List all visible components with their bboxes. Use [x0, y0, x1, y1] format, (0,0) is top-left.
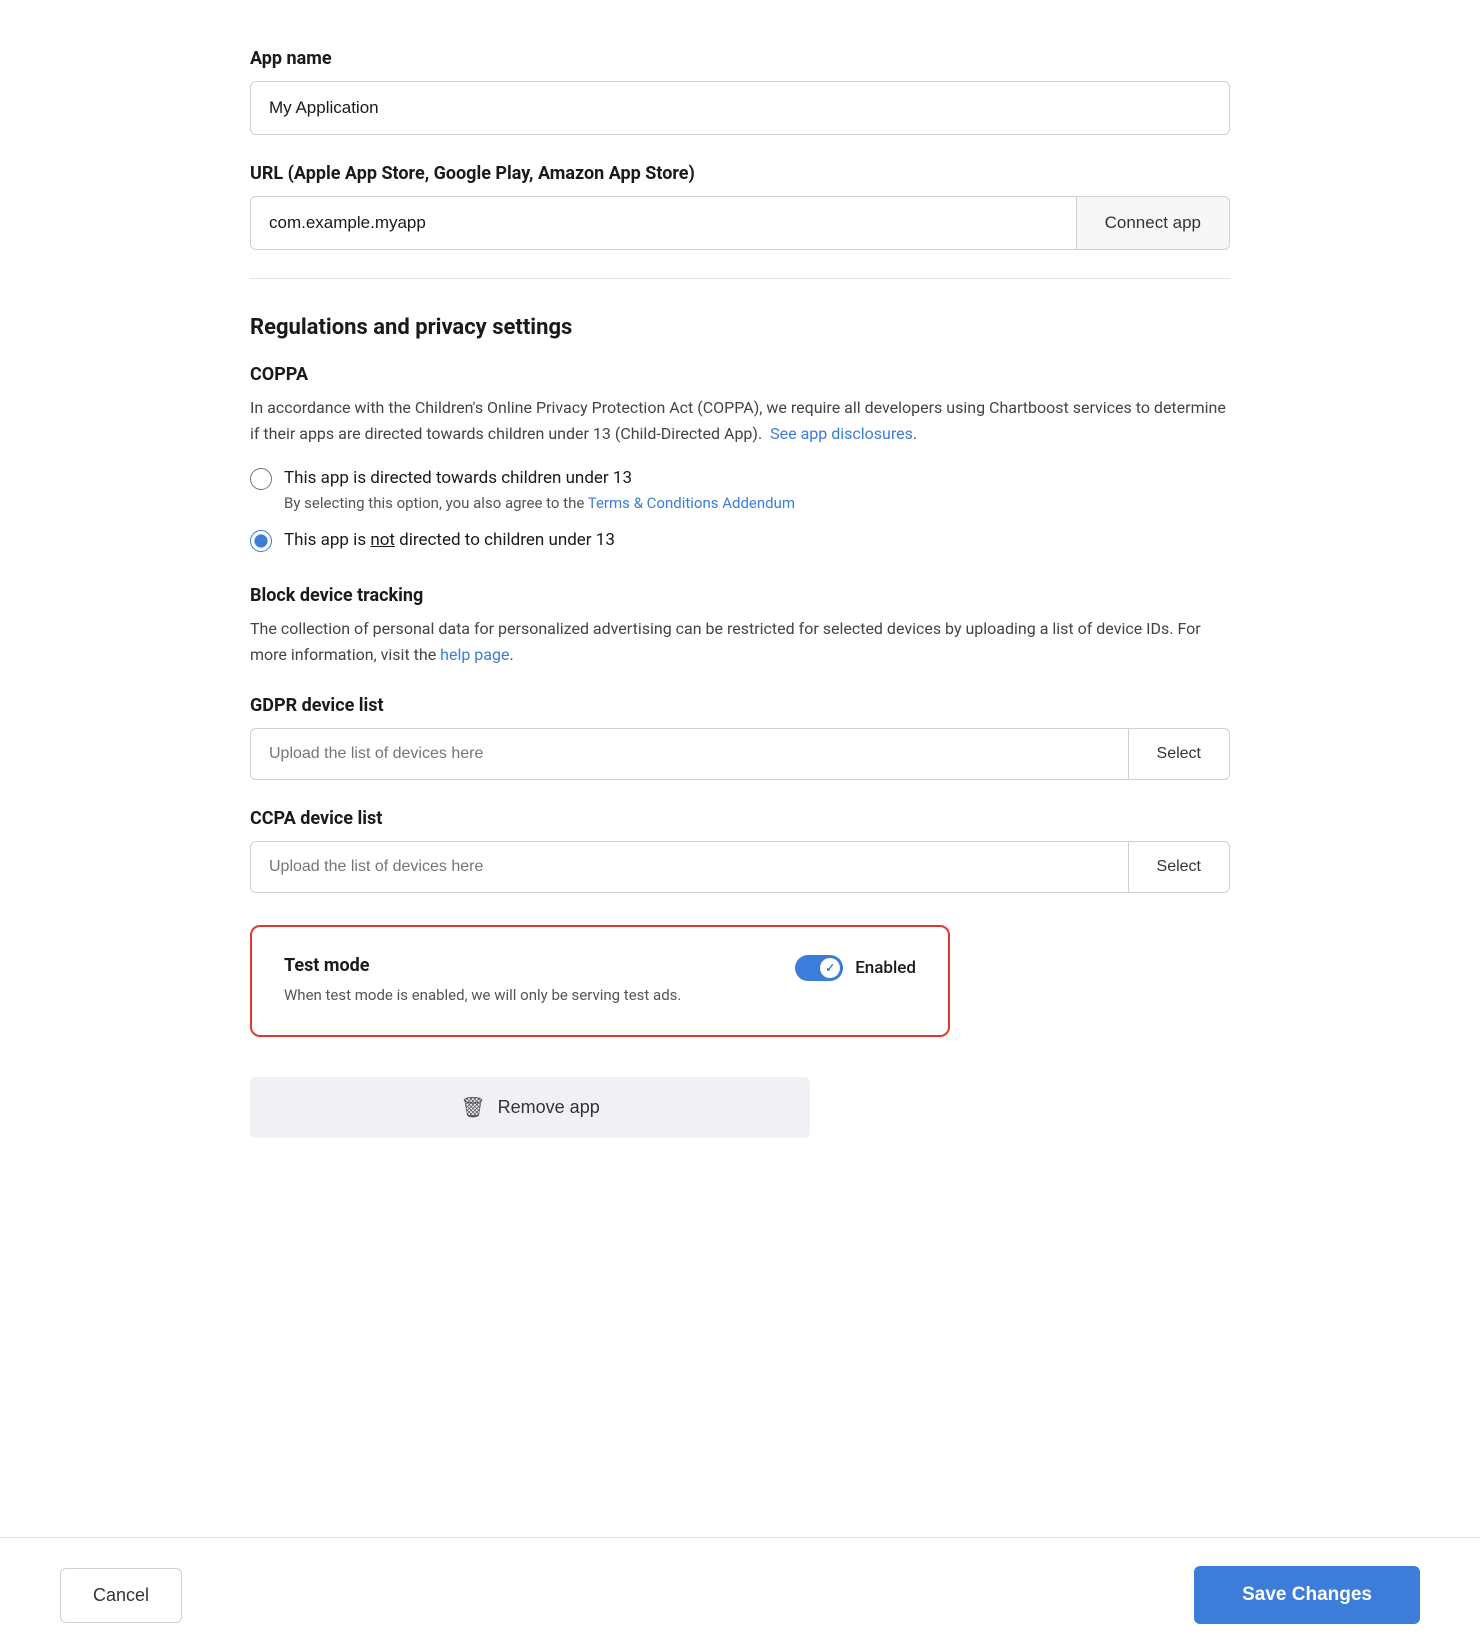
- test-mode-box: Test mode When test mode is enabled, we …: [250, 925, 950, 1037]
- gdpr-device-input[interactable]: [250, 728, 1128, 780]
- connect-app-button[interactable]: Connect app: [1076, 196, 1230, 250]
- trash-icon: 🗑: [460, 1095, 485, 1120]
- gdpr-label: GDPR device list: [250, 695, 1230, 716]
- test-mode-toggle-group: ✓ Enabled: [795, 955, 916, 981]
- coppa-desc-period: .: [913, 424, 917, 443]
- toggle-thumb: ✓: [820, 958, 840, 978]
- coppa-option1-sublabel: By selecting this option, you also agree…: [284, 494, 795, 512]
- block-tracking-section: Block device tracking The collection of …: [250, 585, 1230, 667]
- coppa-option2-label2: directed to children under 13: [395, 530, 615, 550]
- coppa-option2-label: This app is not directed to children und…: [284, 528, 615, 554]
- ccpa-label: CCPA device list: [250, 808, 1230, 829]
- block-tracking-desc-text: The collection of personal data for pers…: [250, 619, 1201, 664]
- test-mode-title: Test mode: [284, 955, 755, 976]
- gdpr-input-row: Select: [250, 728, 1230, 780]
- save-changes-button[interactable]: Save Changes: [1194, 1566, 1420, 1624]
- coppa-option-not-under-13[interactable]: This app is not directed to children und…: [250, 528, 1230, 554]
- app-name-input[interactable]: [250, 81, 1230, 135]
- coppa-option1-label: This app is directed towards children un…: [284, 466, 795, 492]
- url-input[interactable]: [250, 196, 1076, 250]
- coppa-description: In accordance with the Children's Online…: [250, 395, 1230, 446]
- coppa-option2-not-text: not: [370, 530, 395, 550]
- toggle-check-icon: ✓: [825, 961, 835, 975]
- toggle-track: ✓: [795, 955, 843, 981]
- coppa-option2-label1: This app is: [284, 530, 370, 550]
- coppa-desc-text: In accordance with the Children's Online…: [250, 398, 1226, 443]
- block-tracking-title: Block device tracking: [250, 585, 1230, 606]
- see-app-disclosures-link[interactable]: See app disclosures: [770, 424, 913, 443]
- coppa-radio-under-13[interactable]: [250, 468, 272, 490]
- coppa-option-under-13[interactable]: This app is directed towards children un…: [250, 466, 1230, 512]
- ccpa-device-input[interactable]: [250, 841, 1128, 893]
- gdpr-select-button[interactable]: Select: [1128, 728, 1230, 780]
- coppa-radio-not-under-13[interactable]: [250, 530, 272, 552]
- coppa-sub-text: By selecting this option, you also agree…: [284, 494, 588, 512]
- remove-app-label: Remove app: [498, 1097, 600, 1118]
- url-row: Connect app: [250, 196, 1230, 250]
- block-tracking-desc-end: .: [509, 645, 513, 664]
- test-mode-toggle[interactable]: ✓: [795, 955, 843, 981]
- test-mode-text-group: Test mode When test mode is enabled, we …: [284, 955, 755, 1007]
- ccpa-select-button[interactable]: Select: [1128, 841, 1230, 893]
- remove-app-button[interactable]: 🗑 Remove app: [250, 1077, 810, 1138]
- test-mode-enabled-label: Enabled: [855, 958, 916, 978]
- section-divider: [250, 278, 1230, 279]
- block-tracking-description: The collection of personal data for pers…: [250, 616, 1230, 667]
- cancel-button[interactable]: Cancel: [60, 1568, 182, 1623]
- ccpa-input-row: Select: [250, 841, 1230, 893]
- help-page-link[interactable]: help page: [440, 645, 509, 664]
- coppa-title: COPPA: [250, 364, 1230, 385]
- url-label: URL (Apple App Store, Google Play, Amazo…: [250, 163, 1230, 184]
- app-name-label: App name: [250, 48, 1230, 69]
- regulations-section-title: Regulations and privacy settings: [250, 315, 1230, 340]
- test-mode-description: When test mode is enabled, we will only …: [284, 984, 755, 1007]
- gdpr-device-list-section: GDPR device list Select: [250, 695, 1230, 780]
- coppa-option2-labels: This app is not directed to children und…: [284, 528, 615, 554]
- footer-bar: Cancel Save Changes: [0, 1537, 1480, 1652]
- terms-conditions-link[interactable]: Terms & Conditions Addendum: [588, 494, 795, 512]
- ccpa-device-list-section: CCPA device list Select: [250, 808, 1230, 893]
- coppa-option1-labels: This app is directed towards children un…: [284, 466, 795, 512]
- coppa-radio-group: This app is directed towards children un…: [250, 466, 1230, 553]
